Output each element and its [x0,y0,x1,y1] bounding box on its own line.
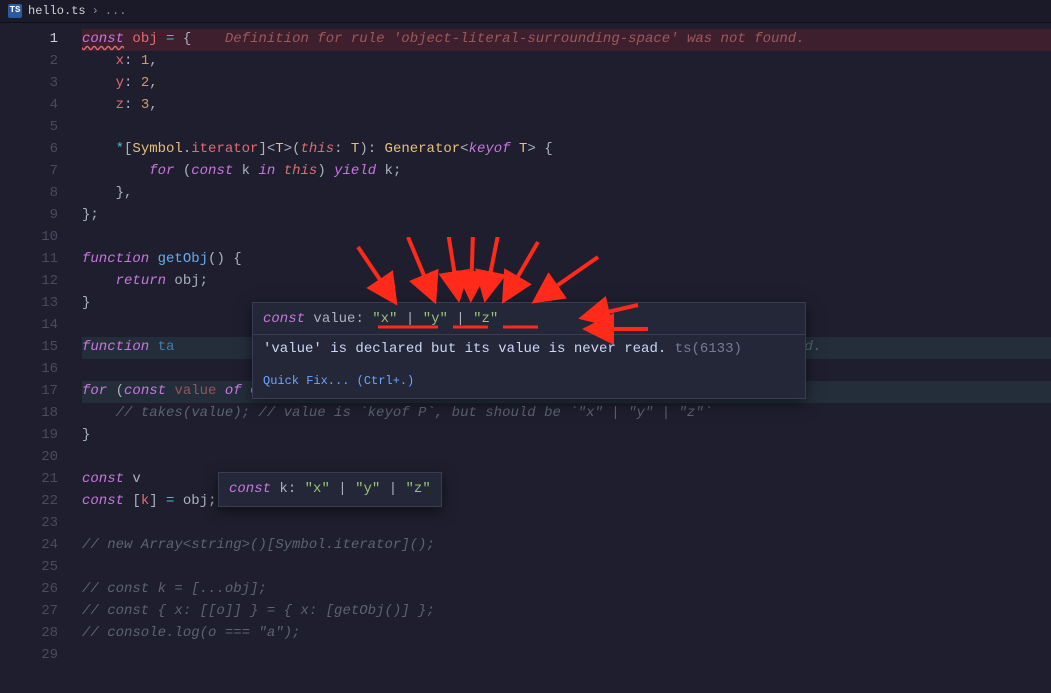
code-line[interactable] [82,117,1051,139]
tab-bar: TS hello.ts › ... [0,0,1051,23]
code-line[interactable]: x: 1, [82,51,1051,73]
code-line[interactable]: y: 2, [82,73,1051,95]
line-number: 11 [0,249,58,271]
line-number: 17 [0,381,58,403]
line-number: 14 [0,315,58,337]
line-number: 18 [0,403,58,425]
code-line[interactable]: function getObj() { [82,249,1051,271]
tab-filename[interactable]: hello.ts [28,2,86,20]
line-number: 2 [0,51,58,73]
code-line[interactable]: return obj; [82,271,1051,293]
line-number: 23 [0,513,58,535]
hover-diagnostic: 'value' is declared but its value is nev… [253,334,805,366]
line-number: 10 [0,227,58,249]
line-number: 19 [0,425,58,447]
line-number: 8 [0,183,58,205]
code-line[interactable]: for (const k in this) yield k; [82,161,1051,183]
line-number: 25 [0,557,58,579]
line-number: 29 [0,645,58,667]
line-number: 28 [0,623,58,645]
line-number: 12 [0,271,58,293]
code-line[interactable]: // new Array<string>()[Symbol.iterator](… [82,535,1051,557]
code-line[interactable] [82,513,1051,535]
hover-tooltip: const k: "x" | "y" | "z" [218,472,442,507]
code-line[interactable]: }, [82,183,1051,205]
line-number: 26 [0,579,58,601]
code-line[interactable] [82,227,1051,249]
code-line[interactable]: z: 3, [82,95,1051,117]
line-number: 20 [0,447,58,469]
line-number: 7 [0,161,58,183]
line-number: 22 [0,491,58,513]
line-number: 4 [0,95,58,117]
line-gutter: 1234567891011121314151617181920212223242… [0,23,68,693]
code-line[interactable]: *[Symbol.iterator]<T>(this: T): Generato… [82,139,1051,161]
editor-window: TS hello.ts › ... 1234567891011121314151… [0,0,1051,693]
line-number: 9 [0,205,58,227]
hover-signature: const value: "x" | "y" | "z" [253,303,805,334]
code-line[interactable]: // takes(value); // value is `keyof P`, … [82,403,1051,425]
code-line[interactable] [82,447,1051,469]
code-line[interactable]: }; [82,205,1051,227]
editor-body: 1234567891011121314151617181920212223242… [0,23,1051,693]
ts-file-icon: TS [8,4,22,18]
line-number: 13 [0,293,58,315]
line-number: 27 [0,601,58,623]
breadcrumb-sep: › [92,2,99,20]
code-line[interactable]: // const { x: [[o]] } = { x: [getObj()] … [82,601,1051,623]
quick-fix-link[interactable]: Quick Fix... (Ctrl+.) [253,366,805,398]
code-line[interactable]: const obj = { Definition for rule 'objec… [82,29,1051,51]
line-number: 5 [0,117,58,139]
line-number: 16 [0,359,58,381]
line-number: 21 [0,469,58,491]
line-number: 24 [0,535,58,557]
line-number: 6 [0,139,58,161]
code-line[interactable]: // const k = [...obj]; [82,579,1051,601]
line-number: 1 [0,29,58,51]
code-line[interactable]: } [82,425,1051,447]
breadcrumb-ellipsis[interactable]: ... [105,2,127,20]
code-line[interactable]: // console.log(o === "a"); [82,623,1051,645]
hover-tooltip: const value: "x" | "y" | "z" 'value' is … [252,302,806,399]
code-area[interactable]: const obj = { Definition for rule 'objec… [68,23,1051,693]
code-line[interactable] [82,645,1051,667]
line-number: 15 [0,337,58,359]
line-number: 3 [0,73,58,95]
code-line[interactable] [82,557,1051,579]
